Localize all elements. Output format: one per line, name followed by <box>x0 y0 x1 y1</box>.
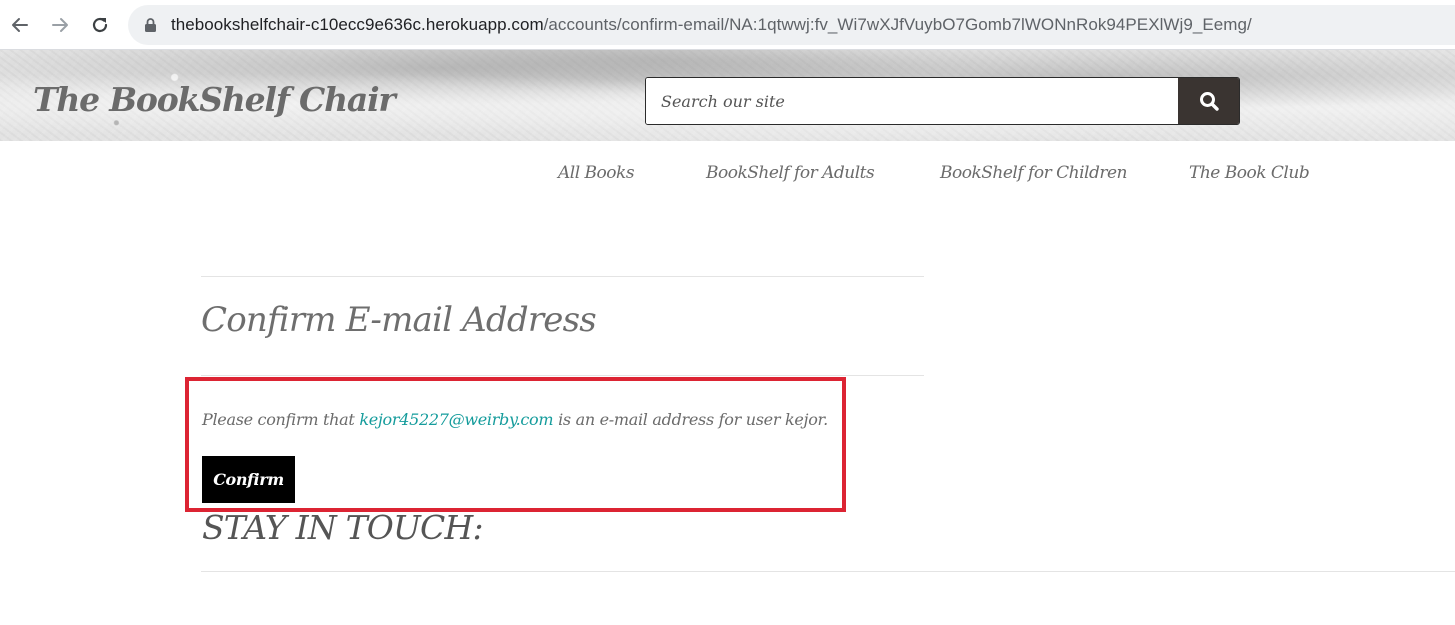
stay-in-touch-heading: STAY IN TOUCH: <box>202 508 484 547</box>
message-prefix: Please confirm that <box>202 410 355 429</box>
url-path: /accounts/confirm-email/NA:1qtwwj:fv_Wi7… <box>543 15 1252 34</box>
browser-toolbar: thebookshelfchair-c10ecc9e636c.herokuapp… <box>0 0 1455 50</box>
back-arrow-icon[interactable] <box>5 10 35 40</box>
reload-icon[interactable] <box>85 10 115 40</box>
site-header: The BookShelf Chair <box>0 50 1455 141</box>
address-bar[interactable]: thebookshelfchair-c10ecc9e636c.herokuapp… <box>128 5 1455 45</box>
search-input[interactable] <box>646 78 1179 124</box>
email-link[interactable]: kejor45227@weirby.com <box>359 410 553 429</box>
divider <box>201 375 924 376</box>
confirm-message: Please confirm that kejor45227@weirby.co… <box>202 410 828 429</box>
nav-item-bookshelf-for-children[interactable]: BookShelf for Children <box>940 163 1127 183</box>
url-host: thebookshelfchair-c10ecc9e636c.herokuapp… <box>171 15 544 34</box>
main-nav: All Books BookShelf for Adults BookShelf… <box>0 163 1455 193</box>
search-button[interactable] <box>1178 78 1239 124</box>
site-logo[interactable]: The BookShelf Chair <box>33 80 396 119</box>
search-icon <box>1199 92 1219 111</box>
confirm-button[interactable]: Confirm <box>202 456 295 503</box>
search-form <box>645 77 1240 125</box>
nav-item-the-book-club[interactable]: The Book Club <box>1189 163 1310 183</box>
url-text[interactable]: thebookshelfchair-c10ecc9e636c.herokuapp… <box>171 15 1252 35</box>
lock-icon[interactable] <box>144 17 157 37</box>
divider <box>201 276 924 277</box>
page-title: Confirm E-mail Address <box>201 300 597 340</box>
nav-item-bookshelf-for-adults[interactable]: BookShelf for Adults <box>706 163 875 183</box>
message-suffix: is an e-mail address for user kejor. <box>558 410 828 429</box>
nav-item-all-books[interactable]: All Books <box>558 163 635 183</box>
forward-arrow-icon[interactable] <box>45 10 75 40</box>
footer-divider <box>201 571 1455 572</box>
